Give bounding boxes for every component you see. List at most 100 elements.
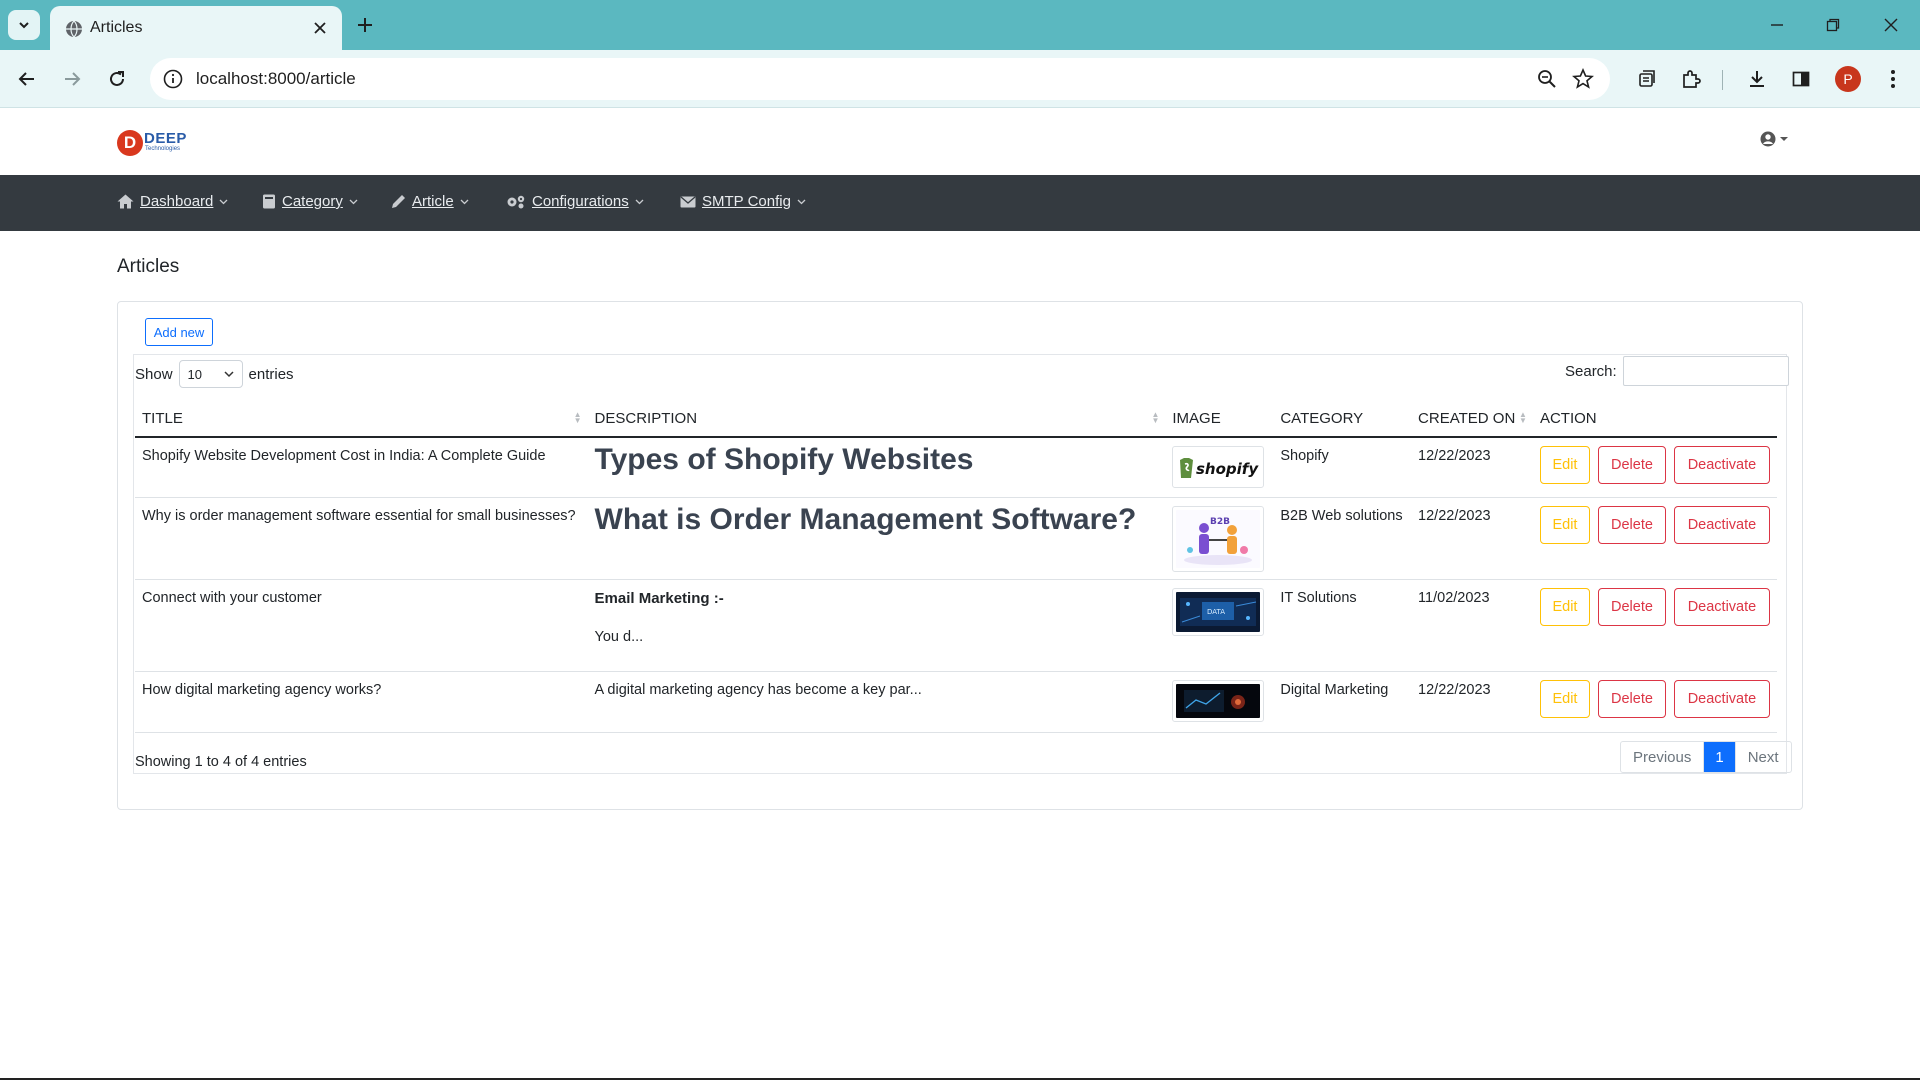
cell-description: Email Marketing :- You d... — [587, 579, 1166, 672]
nav-article[interactable]: Article — [391, 193, 469, 210]
close-tab-icon[interactable] — [310, 18, 330, 38]
logo-mark: D — [117, 130, 143, 156]
tab-search-button[interactable] — [8, 10, 40, 40]
user-menu[interactable] — [1760, 131, 1788, 147]
side-panel-icon[interactable] — [1786, 64, 1816, 94]
cell-created-on: 12/22/2023 — [1411, 671, 1533, 733]
close-window-icon[interactable] — [1878, 12, 1904, 38]
search-input[interactable] — [1622, 356, 1789, 386]
column-header-category: CATEGORY — [1273, 400, 1412, 438]
logo-subtitle: Technologies — [145, 146, 181, 152]
chevron-down-icon — [19, 22, 29, 29]
deactivate-button[interactable]: Deactivate — [1673, 505, 1770, 544]
envelope-icon — [680, 196, 696, 207]
search-label: Search: — [1565, 362, 1617, 380]
edit-button[interactable]: Edit — [1539, 679, 1590, 718]
company-logo[interactable]: D DEEP Technologies — [117, 130, 197, 156]
delete-button[interactable]: Delete — [1597, 679, 1666, 718]
chevron-down-icon — [797, 199, 806, 204]
delete-button[interactable]: Delete — [1597, 587, 1666, 626]
description-heading: What is Order Management Software? — [594, 502, 1137, 536]
nav-label: Dashboard — [140, 193, 214, 210]
cell-category: IT Solutions — [1273, 579, 1412, 672]
column-header-action: ACTION — [1532, 400, 1777, 438]
caret-down-icon — [1780, 137, 1788, 141]
article-thumbnail: shopify — [1172, 446, 1265, 488]
download-icon[interactable] — [1742, 64, 1772, 94]
nav-label: Article — [412, 193, 454, 210]
edit-button[interactable]: Edit — [1539, 505, 1590, 544]
cell-category: Shopify — [1273, 437, 1412, 498]
home-icon — [117, 194, 134, 209]
zoom-icon[interactable] — [1536, 68, 1558, 90]
page-length-select[interactable]: 10 — [178, 360, 243, 388]
nav-smtp-config[interactable]: SMTP Config — [680, 193, 806, 210]
site-info-icon[interactable] — [162, 68, 184, 90]
delete-button[interactable]: Delete — [1597, 446, 1666, 484]
deactivate-button[interactable]: Deactivate — [1673, 679, 1770, 718]
more-menu-icon[interactable] — [1878, 64, 1908, 94]
description-heading: Types of Shopify Websites — [594, 443, 974, 476]
edit-button[interactable]: Edit — [1539, 587, 1590, 626]
table-row: Connect with your customer Email Marketi… — [135, 579, 1777, 672]
article-thumbnail: DATA — [1172, 587, 1265, 636]
gears-icon — [507, 195, 525, 209]
b2b-illustration-image: B2B — [1176, 509, 1261, 568]
column-header-title[interactable]: TITLE ▲ ▼ — [135, 400, 588, 438]
browser-toolbar: localhost:8000/article P — [0, 50, 1920, 108]
pagination-previous[interactable]: Previous — [1621, 742, 1705, 772]
delete-button[interactable]: Delete — [1597, 505, 1666, 544]
minimize-icon[interactable] — [1764, 12, 1790, 38]
logo-name: DEEP — [144, 130, 187, 147]
page-title: Articles — [117, 256, 180, 277]
column-header-description[interactable]: DESCRIPTION ▲ ▼ — [587, 400, 1166, 438]
user-circle-icon — [1760, 131, 1776, 147]
browser-tab[interactable]: Articles — [50, 6, 342, 50]
address-bar[interactable]: localhost:8000/article — [150, 58, 1610, 100]
digital-marketing-image — [1176, 683, 1261, 718]
cell-image — [1165, 671, 1274, 733]
svg-text:shopify: shopify — [1196, 460, 1259, 478]
edit-button[interactable]: Edit — [1539, 446, 1590, 484]
pagination: Previous 1 Next — [1620, 741, 1792, 773]
cell-category: Digital Marketing — [1273, 671, 1412, 733]
show-entries-control: Show 10 entries — [135, 360, 294, 388]
bookmark-star-icon[interactable] — [1572, 68, 1594, 90]
nav-dashboard[interactable]: Dashboard — [117, 193, 228, 210]
pencil-icon — [392, 195, 405, 208]
table-row: Why is order management software essenti… — [135, 497, 1777, 580]
cell-actions: Edit Delete Deactivate — [1532, 437, 1777, 498]
extensions-icon[interactable] — [1676, 64, 1706, 94]
nav-configurations[interactable]: Configurations — [506, 193, 644, 210]
new-tab-icon[interactable] — [352, 12, 378, 38]
cell-created-on: 11/02/2023 — [1411, 579, 1533, 672]
forward-arrow-icon[interactable] — [57, 64, 87, 94]
nav-category[interactable]: Category — [262, 193, 358, 210]
cell-image: B2B — [1165, 497, 1274, 580]
column-header-image: IMAGE — [1165, 400, 1274, 438]
restore-icon[interactable] — [1820, 12, 1846, 38]
svg-text:B2B: B2B — [1210, 517, 1230, 527]
column-header-created-on[interactable]: CREATED ON ▲ ▼ — [1411, 400, 1533, 438]
shopify-logo-image: shopify — [1176, 450, 1261, 484]
deactivate-button[interactable]: Deactivate — [1673, 446, 1770, 484]
cell-title: How digital marketing agency works? — [135, 671, 588, 733]
table-search: Search: — [1565, 356, 1789, 386]
cell-created-on: 12/22/2023 — [1411, 437, 1533, 498]
add-new-button[interactable]: Add new — [145, 318, 213, 346]
globe-icon — [66, 20, 82, 38]
nav-label: Configurations — [532, 193, 629, 210]
main-navbar: Dashboard Category Article Configuration… — [0, 175, 1920, 231]
table-header-row: TITLE ▲ ▼ DESCRIPTION ▲ ▼ IMAGE CATEGORY CRE… — [135, 400, 1777, 438]
cell-title: Connect with your customer — [135, 579, 588, 672]
pagination-page-1[interactable]: 1 — [1704, 742, 1736, 772]
back-arrow-icon[interactable] — [12, 64, 42, 94]
tab-groups-icon[interactable] — [1632, 64, 1662, 94]
pagination-next[interactable]: Next — [1736, 742, 1791, 772]
cell-created-on: 12/22/2023 — [1411, 497, 1533, 580]
reload-icon[interactable] — [102, 64, 132, 94]
profile-avatar[interactable]: P — [1835, 66, 1861, 92]
deactivate-button[interactable]: Deactivate — [1673, 587, 1770, 626]
cell-description: Types of Shopify Websites — [587, 437, 1166, 498]
sort-icon: ▲ ▼ — [1519, 410, 1527, 425]
